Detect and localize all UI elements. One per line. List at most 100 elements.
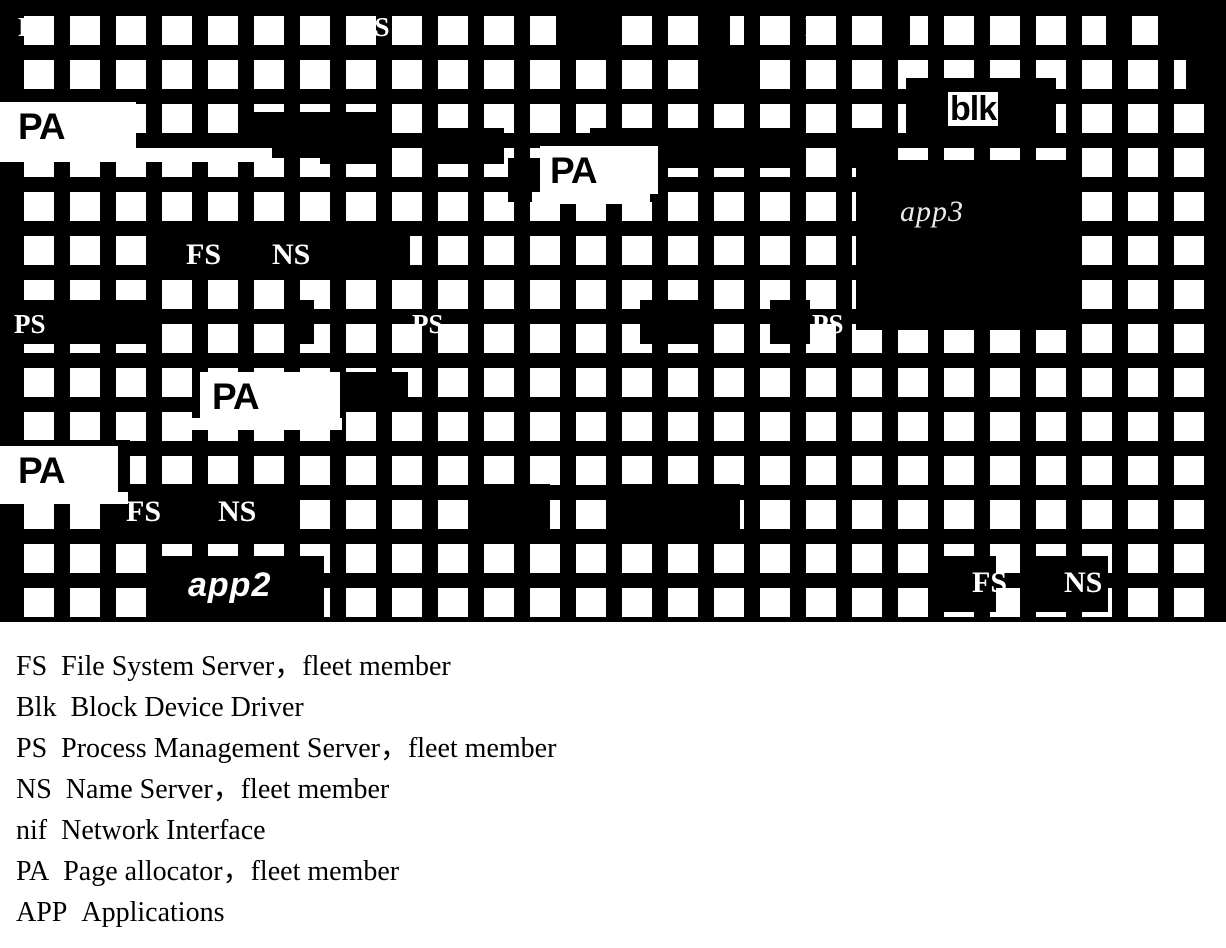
page-cell <box>622 456 652 485</box>
page-cell <box>622 60 652 89</box>
page-cell <box>162 280 192 309</box>
page-cell <box>300 456 330 485</box>
page-cell <box>990 16 1020 45</box>
page-cell <box>346 456 376 485</box>
page-cell <box>208 192 238 221</box>
page-cell <box>530 456 560 485</box>
page-cell <box>162 60 192 89</box>
legend-row: NS Name Server，fleet member <box>16 769 1196 810</box>
page-cell <box>806 148 836 177</box>
page-cell <box>530 236 560 265</box>
page-cell <box>162 16 192 45</box>
page-cell <box>484 324 514 353</box>
page-cell <box>576 456 606 485</box>
page-cell <box>70 412 100 441</box>
legend-description: File System Server，fleet member <box>61 651 451 682</box>
occlusion-block <box>480 484 550 536</box>
page-cell <box>1174 412 1204 441</box>
page-cell <box>668 588 698 617</box>
page-cell <box>760 192 790 221</box>
diagram-label-ps-3: PS <box>805 12 837 42</box>
page-cell <box>346 588 376 617</box>
diagram-label-ns-3: NS <box>1064 566 1103 599</box>
highlight-band <box>0 492 128 504</box>
diagram-label-ps-6: PS <box>812 309 844 339</box>
page-cell <box>622 412 652 441</box>
occlusion-block <box>510 0 660 12</box>
page-cell <box>484 60 514 89</box>
legend-row: APP Applications <box>16 892 1196 933</box>
page-cell <box>438 236 468 265</box>
page-cell <box>438 60 468 89</box>
page-cell <box>898 456 928 485</box>
page-cell <box>668 60 698 89</box>
page-cell <box>1128 456 1158 485</box>
page-cell <box>346 60 376 89</box>
page-cell <box>484 236 514 265</box>
page-cell <box>208 60 238 89</box>
legend: FS File System Server，fleet member Blk Bl… <box>16 646 1196 933</box>
page-cell <box>254 280 284 309</box>
diagram-label-fs-2: FS <box>126 495 162 528</box>
page-cell <box>1128 280 1158 309</box>
page-cell <box>852 500 882 529</box>
page-cell <box>806 500 836 529</box>
page-cell <box>392 280 422 309</box>
legend-abbr: PA <box>16 856 50 887</box>
page-cell <box>24 544 54 573</box>
page-cell <box>346 280 376 309</box>
page-cell <box>346 500 376 529</box>
page-cell <box>760 500 790 529</box>
page-cell <box>1036 500 1066 529</box>
page-cell <box>576 544 606 573</box>
page-cell <box>162 192 192 221</box>
page-cell <box>24 60 54 89</box>
page-cell <box>484 280 514 309</box>
page-cell <box>668 16 698 45</box>
page-cell <box>484 544 514 573</box>
page-cell <box>254 456 284 485</box>
page-cell <box>668 412 698 441</box>
page-cell <box>254 324 284 353</box>
page-cell <box>852 16 882 45</box>
page-cell <box>70 544 100 573</box>
page-cell <box>438 368 468 397</box>
page-cell <box>852 412 882 441</box>
occlusion-block <box>236 222 276 274</box>
page-cell <box>484 412 514 441</box>
page-cell <box>806 368 836 397</box>
page-cell <box>392 192 422 221</box>
legend-description: Process Management Server，fleet member <box>61 733 557 764</box>
page-cell <box>254 60 284 89</box>
page-cell <box>116 588 146 617</box>
page-cell <box>760 588 790 617</box>
page-cell <box>300 16 330 45</box>
page-cell <box>714 368 744 397</box>
page-cell <box>162 104 192 133</box>
page-cell <box>714 192 744 221</box>
page-cell <box>24 192 54 221</box>
occlusion-block <box>1186 56 1226 90</box>
page-cell <box>346 544 376 573</box>
occlusion-block <box>320 128 380 164</box>
page-cell <box>162 368 192 397</box>
page-cell <box>1036 412 1066 441</box>
page-cell <box>208 104 238 133</box>
page-cell <box>484 456 514 485</box>
page-cell <box>438 456 468 485</box>
page-cell <box>714 236 744 265</box>
diagram-label-ps-4: PS <box>14 309 46 339</box>
page-cell <box>576 500 606 529</box>
page-cell <box>898 588 928 617</box>
page-cell <box>760 412 790 441</box>
page-cell <box>714 588 744 617</box>
page-cell <box>1128 192 1158 221</box>
page-cell <box>116 412 146 441</box>
page-cell <box>254 192 284 221</box>
page-cell <box>1082 236 1112 265</box>
occlusion-block <box>856 160 1078 330</box>
occlusion-block <box>714 56 754 90</box>
page-cell <box>760 236 790 265</box>
page-cell <box>300 60 330 89</box>
page-cell <box>438 588 468 617</box>
